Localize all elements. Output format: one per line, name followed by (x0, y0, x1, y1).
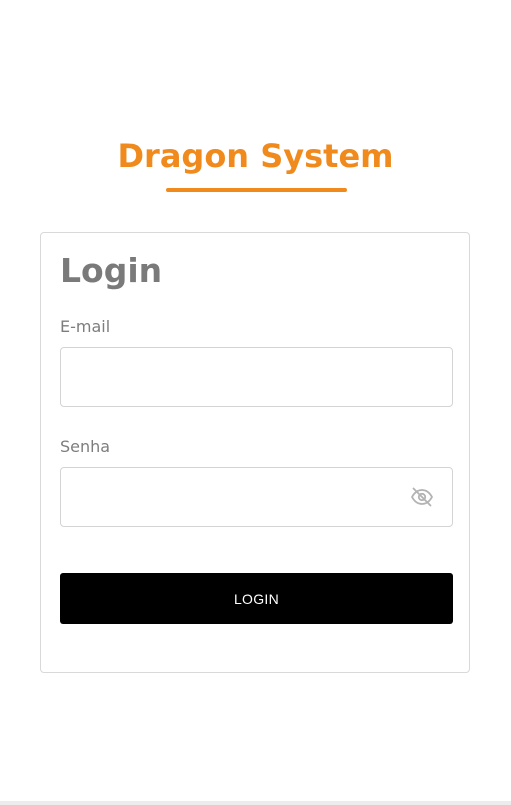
email-field[interactable] (61, 348, 452, 406)
brand-underline (166, 188, 347, 192)
login-title: Login (60, 251, 163, 290)
login-button[interactable]: LOGIN (60, 573, 453, 624)
brand-header: Dragon System (0, 134, 511, 178)
bottom-divider (0, 801, 511, 805)
eye-off-icon[interactable] (410, 485, 434, 509)
password-label: Senha (60, 437, 111, 456)
brand-title: Dragon System (117, 137, 394, 175)
email-label: E-mail (60, 317, 111, 336)
email-field-wrapper (60, 347, 453, 407)
password-field[interactable] (61, 468, 452, 526)
login-card: Login E-mail Senha LOGIN (40, 232, 470, 673)
password-field-wrapper (60, 467, 453, 527)
